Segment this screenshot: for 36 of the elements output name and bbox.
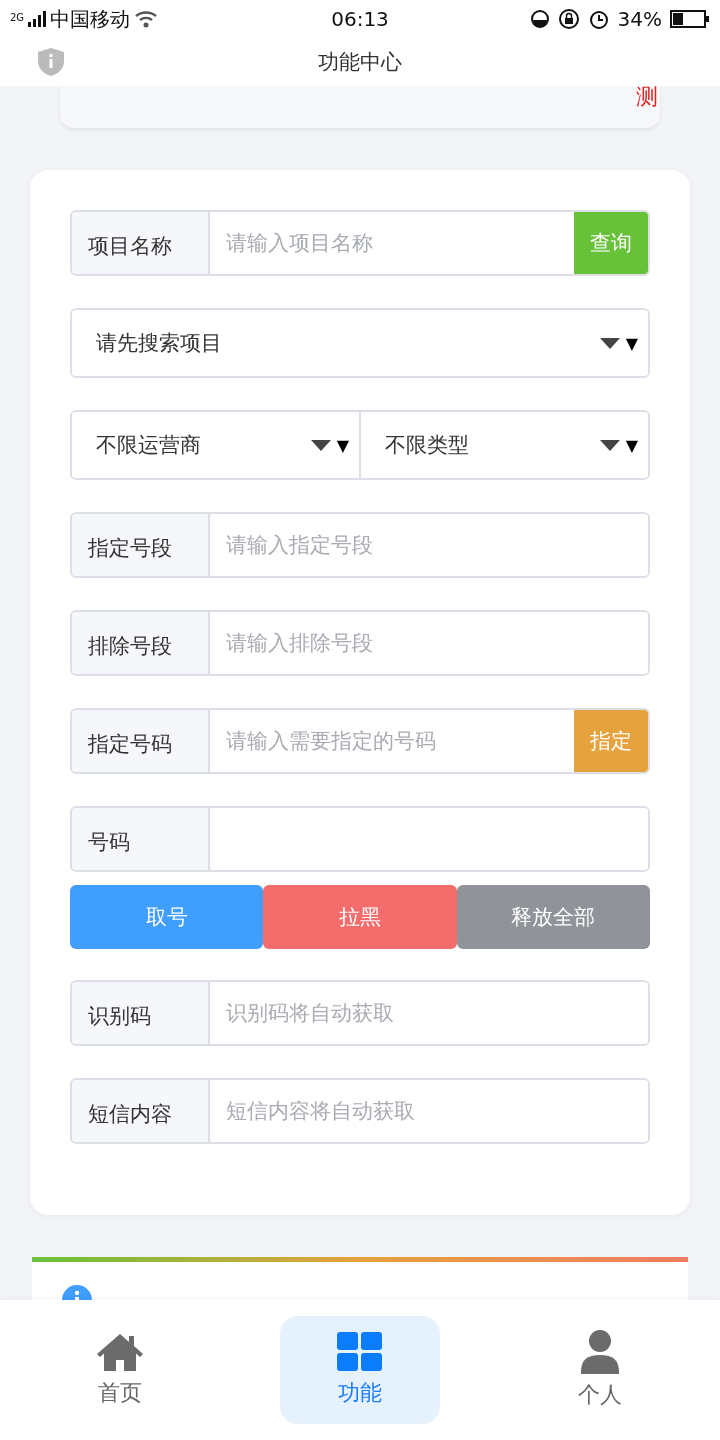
grid-icon [337, 1332, 383, 1372]
field-label: 号码 [72, 808, 210, 870]
caret-icon [310, 439, 331, 451]
field-label: 识别码 [72, 982, 210, 1044]
battery-percent: 34% [617, 7, 662, 31]
input-group[interactable]: 号码 [70, 806, 650, 872]
person-icon [580, 1330, 620, 1374]
nav-tab[interactable]: 个人 [520, 1316, 680, 1424]
field-label: 排除号段 [72, 612, 210, 674]
input-group[interactable]: 项目名称 请输入项目名称 查询 [70, 210, 650, 276]
home-icon [95, 1332, 145, 1372]
field-label: 指定号码 [72, 710, 210, 772]
dropdown[interactable]: 请先搜索项目 ▼ [72, 310, 648, 376]
field-label: 项目名称 [72, 212, 210, 274]
input-group[interactable]: 指定号码 请输入需要指定的号码 指定 [70, 708, 650, 774]
page-title: 功能中心 [318, 49, 402, 76]
shield-icon [38, 48, 64, 76]
rotation-lock-icon [557, 8, 580, 30]
field-label: 短信内容 [72, 1080, 210, 1142]
alarm-icon [587, 8, 610, 30]
input-group[interactable]: 短信内容 短信内容将自动获取 [70, 1078, 650, 1144]
signal-icon [28, 11, 47, 27]
carrier-name: 中国移动 [50, 5, 131, 33]
field-label: 指定号段 [72, 514, 210, 576]
nav-tab[interactable]: 首页 [40, 1316, 200, 1424]
battery-icon [670, 10, 710, 28]
input-group[interactable]: 排除号段 请输入排除号段 [70, 610, 650, 676]
caret-icon [599, 439, 620, 451]
status-icon [529, 9, 550, 29]
input-group[interactable]: 识别码 识别码将自动获取 [70, 980, 650, 1046]
input-group[interactable]: 指定号段 请输入指定号段 [70, 512, 650, 578]
dropdown[interactable]: 不限类型 ▼ [359, 412, 648, 478]
marquee-text: 测 [636, 83, 658, 111]
network-type: 2G [10, 11, 25, 23]
clock-time: 06:13 [331, 7, 389, 31]
caret-icon [599, 337, 620, 349]
